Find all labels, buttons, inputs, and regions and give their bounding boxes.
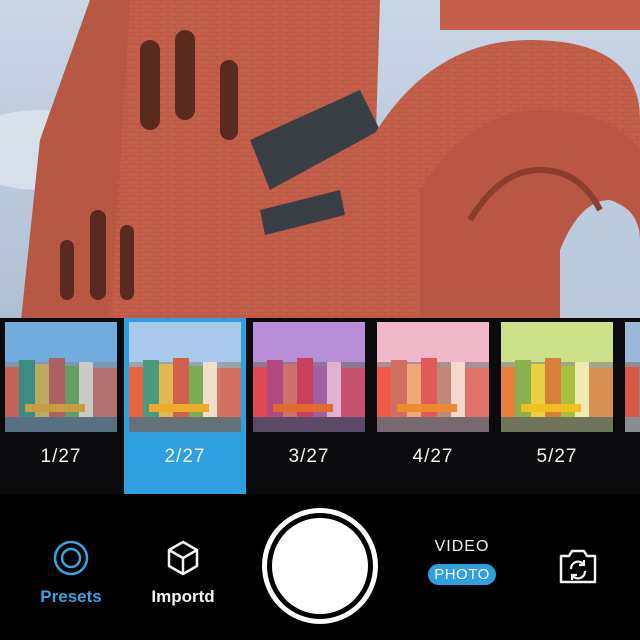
viewfinder-photo — [0, 0, 640, 330]
preset-label: 5/27 — [536, 446, 578, 467]
presets-label: Presets — [40, 587, 102, 606]
shutter-button[interactable] — [262, 508, 378, 624]
preset-2[interactable]: 2/27 — [124, 318, 246, 494]
preset-thumbnail — [253, 322, 365, 432]
cube-icon — [167, 540, 199, 576]
video-mode-option[interactable]: VIDEO — [420, 538, 504, 556]
preset-label: 3/27 — [288, 446, 330, 467]
import-button[interactable]: Importd — [142, 538, 224, 607]
preset-thumbnail — [5, 322, 117, 432]
presets-icon — [53, 540, 89, 576]
preset-1[interactable]: 1/27 — [0, 318, 122, 494]
preset-label: 1/27 — [40, 446, 82, 467]
preset-label: 4/27 — [412, 446, 454, 467]
preset-4[interactable]: 4/27 — [372, 318, 494, 494]
preset-5[interactable]: 5/27 — [496, 318, 618, 494]
presets-strip[interactable]: 1/27 2/27 3/27 4/27 5/27 — [0, 318, 640, 494]
flip-camera-icon[interactable] — [556, 546, 600, 586]
preset-label: 2/27 — [164, 446, 206, 467]
presets-button[interactable]: Presets — [30, 538, 112, 607]
camera-viewfinder[interactable] — [0, 0, 640, 330]
preset-thumbnail — [377, 322, 489, 432]
preset-thumbnail — [501, 322, 613, 432]
camera-controls: Presets Importd VIDEO PHOTO — [0, 494, 640, 640]
preset-thumbnail — [129, 322, 241, 432]
preset-thumbnail — [625, 322, 640, 432]
capture-mode-switch[interactable]: VIDEO PHOTO — [420, 538, 504, 585]
photo-mode-option[interactable]: PHOTO — [428, 564, 496, 585]
preset-6-partial[interactable] — [620, 318, 640, 494]
preset-3[interactable]: 3/27 — [248, 318, 370, 494]
import-label: Importd — [151, 587, 215, 606]
